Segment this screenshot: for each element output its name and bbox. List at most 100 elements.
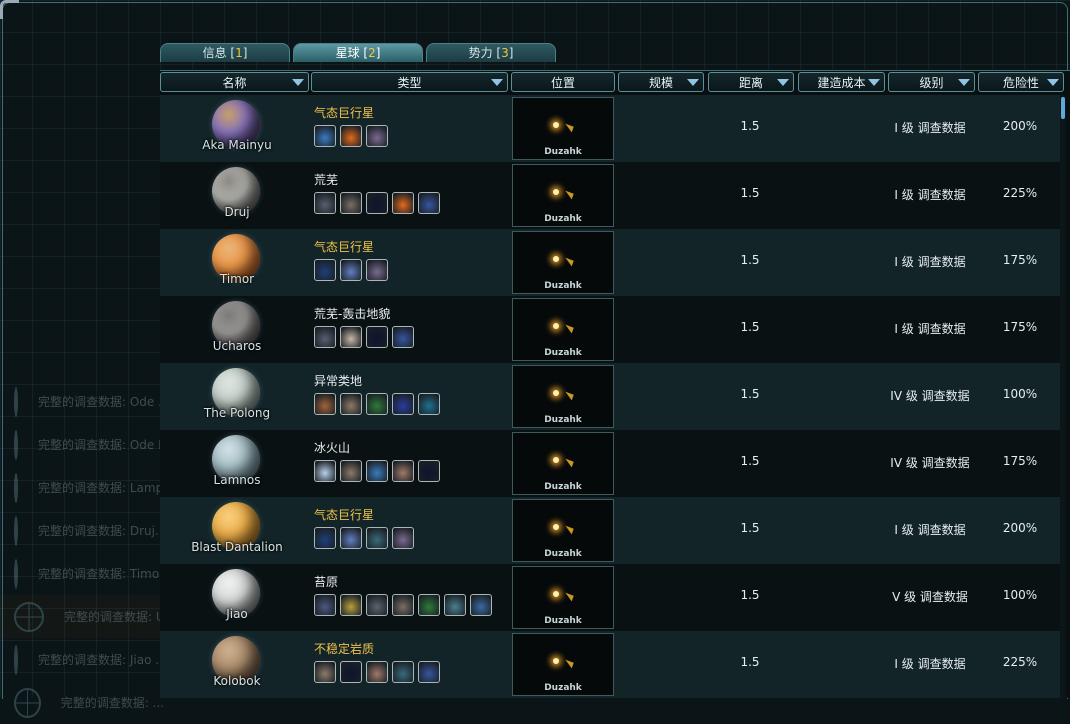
tab-factions[interactable]: 势力 [3] — [426, 43, 556, 62]
column-label: 距离 — [738, 76, 763, 90]
type-cell: 气态巨行星 — [310, 229, 510, 296]
col-danger-header[interactable]: 危险性 — [978, 72, 1064, 92]
planet-feature-icon[interactable] — [392, 594, 414, 616]
planet-feature-icon[interactable] — [314, 460, 336, 482]
col-type-header[interactable]: 类型 — [311, 72, 508, 92]
location-minimap[interactable]: Duzahk — [512, 432, 614, 495]
planet-feature-icon[interactable] — [340, 192, 362, 214]
table-row[interactable]: Jiao 苔原 Duzahk 1.5 V 级 调查数据 100% — [160, 564, 1060, 631]
planet-feature-icon[interactable] — [418, 460, 440, 482]
background-list-text: 完整的调查数据: Timor... — [38, 567, 175, 581]
table-row[interactable]: Timor 气态巨行星 Duzahk 1.5 I 级 调查数据 175% — [160, 229, 1060, 296]
planet-feature-icon[interactable] — [418, 661, 440, 683]
scrollbar-thumb[interactable] — [1061, 97, 1065, 119]
location-minimap[interactable]: Duzahk — [512, 499, 614, 562]
planet-type: 苔原 — [314, 575, 339, 589]
planet-feature-icon[interactable] — [314, 326, 336, 348]
survey-level: I 级 调查数据 — [894, 188, 966, 202]
planet-feature-icon[interactable] — [314, 393, 336, 415]
star-icon — [553, 256, 559, 262]
tab-planets[interactable]: 星球 [2] — [293, 43, 423, 62]
planet-feature-icon[interactable] — [314, 527, 336, 549]
planet-feature-icon[interactable] — [314, 594, 336, 616]
location-minimap[interactable]: Duzahk — [512, 164, 614, 227]
planet-feature-icon[interactable] — [314, 259, 336, 281]
table-row[interactable]: Druj 荒芜 Duzahk 1.5 I 级 调查数据 225% — [160, 162, 1060, 229]
planet-feature-icon[interactable] — [314, 661, 336, 683]
sort-arrow-icon — [777, 79, 789, 86]
planet-type: 冰火山 — [314, 441, 351, 455]
planet-feature-icon[interactable] — [366, 460, 388, 482]
sort-arrow-icon — [687, 79, 699, 86]
globe-icon — [14, 386, 18, 417]
planet-feature-icon[interactable] — [392, 393, 414, 415]
planet-feature-icon[interactable] — [314, 125, 336, 147]
column-label: 名称 — [222, 76, 247, 90]
planet-feature-icon[interactable] — [340, 125, 362, 147]
tab-info[interactable]: 信息 [1] — [160, 43, 290, 62]
planet-feature-icon[interactable] — [340, 527, 362, 549]
planet-feature-icon[interactable] — [392, 661, 414, 683]
location-minimap[interactable]: Duzahk — [512, 298, 614, 361]
planet-name: The Polong — [203, 406, 271, 420]
planet-feature-icon[interactable] — [340, 661, 362, 683]
table-row[interactable]: Aka Mainyu 气态巨行星 Duzahk 1.5 I 级 调查数据 200% — [160, 95, 1060, 162]
pointer-icon — [563, 659, 574, 669]
planet-feature-icon[interactable] — [392, 326, 414, 348]
planet-feature-icon[interactable] — [366, 326, 388, 348]
table-row[interactable]: Kolobok 不稳定岩质 Duzahk 1.5 I 级 调查数据 225% — [160, 631, 1060, 698]
location-minimap[interactable]: Duzahk — [512, 231, 614, 294]
table-row[interactable]: Ucharos 荒芜-轰击地貌 Duzahk 1.5 I 级 调查数据 175% — [160, 296, 1060, 363]
planet-feature-icon[interactable] — [340, 594, 362, 616]
col-location-header[interactable]: 位置 — [511, 72, 615, 92]
planet-feature-icon[interactable] — [314, 192, 336, 214]
planet-feature-icon[interactable] — [340, 460, 362, 482]
planet-feature-icon[interactable] — [444, 594, 466, 616]
table-row[interactable]: Lamnos 冰火山 Duzahk 1.5 IV 级 调查数据 175% — [160, 430, 1060, 497]
planet-feature-icon[interactable] — [340, 393, 362, 415]
tab-label: 信息 [ — [202, 46, 236, 60]
location-label: Duzahk — [544, 147, 582, 157]
sort-arrow-icon — [1047, 79, 1059, 86]
location-minimap[interactable]: Duzahk — [512, 633, 614, 696]
column-label: 规模 — [648, 76, 673, 90]
table-row[interactable]: The Polong 异常类地 Duzahk 1.5 IV 级 调查数据 100% — [160, 363, 1060, 430]
planet-feature-icon[interactable] — [340, 326, 362, 348]
location-label: Duzahk — [544, 549, 582, 559]
planet-name: Jiao — [226, 607, 248, 621]
planet-table: 名称 类型 位置 规模 距离 建造成本 级别 危险性 Aka Mainyu 气态巨行星 Duzah… — [160, 70, 1070, 698]
planet-feature-icon[interactable] — [366, 393, 388, 415]
location-minimap[interactable]: Duzahk — [512, 97, 614, 160]
planet-feature-icon[interactable] — [366, 125, 388, 147]
planet-feature-icon[interactable] — [366, 527, 388, 549]
planet-feature-icon[interactable] — [366, 259, 388, 281]
location-label: Duzahk — [544, 683, 582, 693]
planet-feature-icon[interactable] — [366, 661, 388, 683]
planet-feature-icon[interactable] — [392, 192, 414, 214]
col-level-header[interactable]: 级别 — [888, 72, 975, 92]
planet-name: Lamnos — [213, 473, 261, 487]
location-minimap[interactable]: Duzahk — [512, 365, 614, 428]
planet-feature-icon[interactable] — [366, 594, 388, 616]
table-header: 名称 类型 位置 规模 距离 建造成本 级别 危险性 — [160, 72, 1070, 94]
table-row[interactable]: Blast Dantalion 气态巨行星 Duzahk 1.5 I 级 调查数据 200… — [160, 497, 1060, 564]
col-build-cost-header[interactable]: 建造成本 — [798, 72, 885, 92]
location-minimap[interactable]: Duzahk — [512, 566, 614, 629]
planet-feature-icon[interactable] — [418, 594, 440, 616]
planet-feature-icon[interactable] — [340, 259, 362, 281]
planet-feature-icon[interactable] — [392, 460, 414, 482]
scrollbar[interactable] — [1060, 95, 1066, 698]
planet-feature-icon[interactable] — [418, 192, 440, 214]
planet-feature-icon[interactable] — [366, 192, 388, 214]
type-cell: 不稳定岩质 — [310, 631, 510, 698]
col-size-header[interactable]: 规模 — [618, 72, 704, 92]
tab-hotkey: 3 — [501, 46, 509, 60]
tab-label-end: ] — [242, 46, 248, 60]
planet-cell: Blast Dantalion — [160, 497, 310, 564]
col-distance-header[interactable]: 距离 — [708, 72, 794, 92]
planet-feature-icon[interactable] — [470, 594, 492, 616]
star-icon — [553, 189, 559, 195]
col-name-header[interactable]: 名称 — [160, 72, 309, 92]
planet-feature-icon[interactable] — [418, 393, 440, 415]
planet-feature-icon[interactable] — [392, 527, 414, 549]
